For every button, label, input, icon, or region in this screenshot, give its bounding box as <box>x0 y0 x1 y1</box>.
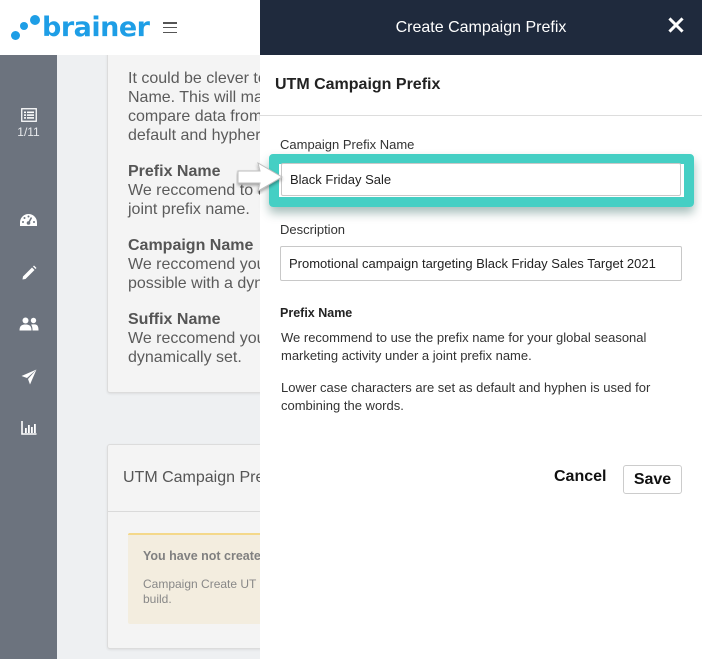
cancel-button[interactable]: Cancel <box>554 468 606 486</box>
info-paragraph-2: Lower case characters are set as default… <box>281 380 651 413</box>
logo-dots-icon <box>10 14 40 42</box>
sidebar-item-reports[interactable] <box>0 421 57 435</box>
sidebar-item-dashboard[interactable] <box>0 213 57 228</box>
users-icon <box>19 317 38 331</box>
top-header: mainbrainer <box>0 0 702 659</box>
sidebar-item-users[interactable] <box>0 317 57 331</box>
mainbrainer-logo[interactable]: mainbrainer <box>10 12 702 659</box>
save-button[interactable]: Save <box>623 465 682 494</box>
drawer-header: Create Campaign Prefix <box>260 0 702 55</box>
list-icon <box>20 108 37 122</box>
dashboard-gauge-icon <box>20 214 37 226</box>
pointer-arrow-icon <box>237 161 283 193</box>
description-input[interactable] <box>280 246 682 281</box>
sidebar-item-steps[interactable]: 1/11 <box>0 108 57 139</box>
logo-text: mainbrainer <box>42 12 702 659</box>
info-title: Prefix Name <box>280 306 353 320</box>
bar-chart-icon <box>20 421 36 435</box>
hamburger-menu-icon[interactable] <box>163 22 178 33</box>
info-paragraph-1: We recommend to use the prefix name for … <box>281 330 647 363</box>
close-icon[interactable] <box>668 17 684 33</box>
pencil-icon <box>22 265 36 280</box>
prefix-name-label: Campaign Prefix Name <box>280 137 415 152</box>
drawer-title: Create Campaign Prefix <box>395 18 567 36</box>
description-label: Description <box>280 222 346 237</box>
section-title: UTM Campaign Prefix <box>260 55 702 116</box>
sidebar: 1/11 <box>0 55 57 659</box>
paper-plane-icon <box>21 369 36 385</box>
sidebar-item-send[interactable] <box>0 369 57 385</box>
step-counter: 1/11 <box>17 125 40 139</box>
create-campaign-prefix-drawer: Create Campaign Prefix UTM Campaign Pref… <box>260 0 702 659</box>
sidebar-item-edit[interactable] <box>0 265 57 281</box>
prefix-name-input[interactable] <box>281 163 681 196</box>
